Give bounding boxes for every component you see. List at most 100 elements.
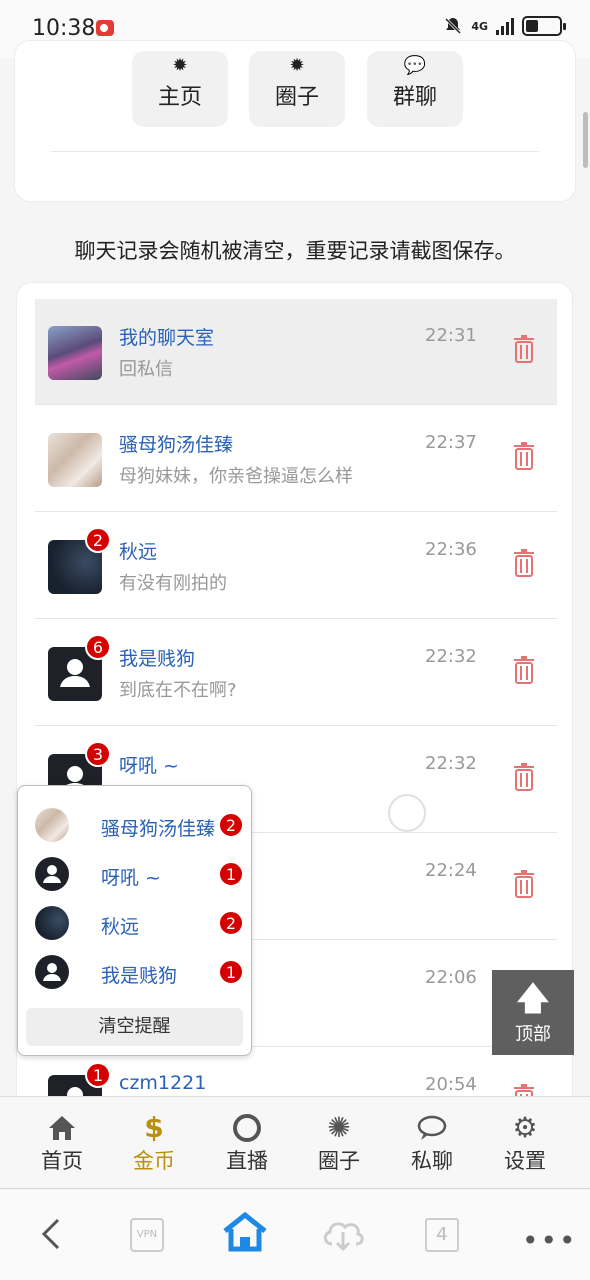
tab-home-label: 首页 bbox=[41, 1149, 83, 1173]
status-right: 4G bbox=[443, 16, 566, 36]
unread-badge: 2 bbox=[218, 910, 244, 936]
home-icon bbox=[49, 1116, 75, 1140]
tab-settings-label: 设置 bbox=[504, 1149, 546, 1173]
more-icon[interactable]: ••• bbox=[522, 1224, 578, 1257]
gear-icon: ✹ bbox=[172, 55, 188, 76]
sun-icon: ✺ bbox=[327, 1111, 351, 1144]
tabs-count-icon[interactable]: 4 bbox=[425, 1218, 459, 1252]
arrow-up-icon: 🡅 bbox=[516, 979, 550, 1017]
trash-icon[interactable] bbox=[513, 763, 535, 791]
unread-badge: 1 bbox=[218, 861, 244, 887]
chat-time: 22:32 bbox=[425, 646, 477, 667]
tab-coins-label: 金币 bbox=[133, 1149, 175, 1173]
reminder-name: 我是贱狗 bbox=[101, 965, 178, 987]
bottom-tab-bar: 首页 $ 金币 直播 ✺ 圈子 私聊 ⚙ 设置 bbox=[0, 1096, 590, 1189]
home-quick-button[interactable]: ✹ 主页 bbox=[132, 51, 228, 127]
trash-icon[interactable] bbox=[513, 656, 535, 684]
tab-live-label: 直播 bbox=[226, 1149, 268, 1173]
circle-quick-button[interactable]: ✹ 圈子 bbox=[249, 51, 345, 127]
tab-private-chat-label: 私聊 bbox=[411, 1149, 453, 1173]
status-time: 10:38 bbox=[32, 16, 96, 41]
person-icon bbox=[43, 865, 61, 883]
avatar bbox=[48, 433, 102, 487]
chat-time: 22:37 bbox=[425, 432, 477, 453]
reminder-item[interactable]: 呀吼 ~ 1 bbox=[34, 855, 246, 895]
tab-live[interactable]: 直播 bbox=[202, 1111, 292, 1175]
battery-icon bbox=[522, 16, 566, 36]
chat-name: 骚母狗汤佳臻 bbox=[119, 434, 234, 456]
avatar bbox=[35, 906, 69, 940]
chat-last-message: 回私信 bbox=[119, 359, 173, 380]
reminder-name: 呀吼 ~ bbox=[101, 867, 161, 889]
back-icon[interactable] bbox=[36, 1214, 64, 1254]
reminder-item[interactable]: 骚母狗汤佳臻 2 bbox=[34, 806, 246, 846]
trash-icon[interactable] bbox=[513, 335, 535, 363]
chat-last-message: 母狗妹妹，你亲爸操逼怎么样 bbox=[119, 466, 353, 487]
tabs-count: 4 bbox=[436, 1224, 448, 1245]
unread-badge: 2 bbox=[218, 812, 244, 838]
chat-last-message: 有没有刚拍的 bbox=[119, 573, 227, 594]
person-icon bbox=[43, 963, 61, 981]
chat-name: 我是贱狗 bbox=[119, 648, 196, 670]
group-chat-quick-button[interactable]: 💬 群聊 bbox=[367, 51, 463, 127]
dollar-icon: $ bbox=[144, 1111, 164, 1144]
unread-badge: 2 bbox=[85, 527, 111, 553]
unread-badge: 6 bbox=[85, 634, 111, 660]
screen-record-icon bbox=[96, 20, 114, 36]
scrollbar[interactable] bbox=[583, 112, 588, 168]
vpn-label: VPN bbox=[136, 1229, 158, 1240]
avatar bbox=[35, 955, 69, 989]
chat-name: 我的聊天室 bbox=[119, 327, 215, 349]
chat-time: 20:54 bbox=[425, 1074, 477, 1095]
chat-name: czm1221 bbox=[119, 1072, 207, 1094]
tab-coins[interactable]: $ 金币 bbox=[109, 1111, 199, 1175]
trash-icon[interactable] bbox=[513, 442, 535, 470]
cloud-download-icon[interactable] bbox=[320, 1216, 366, 1252]
chat-row[interactable]: 6 我是贱狗 到底在不在啊? 22:32 bbox=[35, 620, 557, 726]
tab-home[interactable]: 首页 bbox=[17, 1111, 107, 1175]
avatar bbox=[35, 857, 69, 891]
tab-circle-label: 圈子 bbox=[318, 1149, 360, 1173]
signal-icon bbox=[496, 17, 514, 35]
reminder-name: 秋远 bbox=[101, 916, 140, 938]
home-icon[interactable] bbox=[222, 1212, 268, 1252]
back-to-top-button[interactable]: 🡅 顶部 bbox=[492, 970, 574, 1055]
group-chat-quick-label: 群聊 bbox=[392, 85, 437, 110]
avatar bbox=[35, 808, 69, 842]
bell-muted-icon bbox=[445, 17, 462, 35]
tab-private-chat[interactable]: 私聊 bbox=[387, 1111, 477, 1175]
chat-last-message: 到底在不在啊? bbox=[119, 680, 237, 701]
reminder-name: 骚母狗汤佳臻 bbox=[101, 818, 216, 840]
back-to-top-label: 顶部 bbox=[515, 1024, 551, 1045]
chat-name: 呀吼 ~ bbox=[119, 755, 179, 777]
chat-clear-notice: 聊天记录会随机被清空，重要记录请截图保存。 bbox=[74, 239, 516, 263]
clear-reminders-button[interactable]: 清空提醒 bbox=[26, 1008, 243, 1046]
gear-icon: ⚙ bbox=[512, 1111, 538, 1144]
chat-time: 22:36 bbox=[425, 539, 477, 560]
unread-reminder-popup: 骚母狗汤佳臻 2 呀吼 ~ 1 秋远 2 我是贱狗 1 清空提醒 bbox=[17, 785, 252, 1056]
gear-icon: ✹ bbox=[289, 55, 305, 76]
trash-icon[interactable] bbox=[513, 549, 535, 577]
chat-name: 秋远 bbox=[119, 541, 158, 563]
chat-icon bbox=[417, 1115, 447, 1140]
tab-settings[interactable]: ⚙ 设置 bbox=[480, 1111, 570, 1175]
chat-time: 22:06 bbox=[425, 967, 477, 988]
chat-icon: 💬 bbox=[403, 55, 427, 76]
chat-time: 22:24 bbox=[425, 860, 477, 881]
divider bbox=[51, 151, 539, 152]
unread-badge: 3 bbox=[85, 741, 111, 767]
chat-row[interactable]: 我的聊天室 回私信 22:31 bbox=[35, 299, 557, 405]
trash-icon[interactable] bbox=[513, 870, 535, 898]
chat-row[interactable]: 2 秋远 有没有刚拍的 22:36 bbox=[35, 513, 557, 619]
tab-circle[interactable]: ✺ 圈子 bbox=[294, 1111, 384, 1175]
system-nav-bar: VPN 4 ••• bbox=[0, 1190, 590, 1280]
quick-nav-card: ✹ 主页 ✹ 圈子 💬 群聊 bbox=[14, 40, 576, 202]
chat-time: 22:31 bbox=[425, 325, 477, 346]
reminder-item[interactable]: 我是贱狗 1 bbox=[34, 953, 246, 993]
vpn-icon[interactable]: VPN bbox=[130, 1218, 164, 1252]
avatar bbox=[48, 326, 102, 380]
chat-time: 22:32 bbox=[425, 753, 477, 774]
reminder-item[interactable]: 秋远 2 bbox=[34, 904, 246, 944]
chat-row[interactable]: 骚母狗汤佳臻 母狗妹妹，你亲爸操逼怎么样 22:37 bbox=[35, 406, 557, 512]
unread-badge: 1 bbox=[218, 959, 244, 985]
